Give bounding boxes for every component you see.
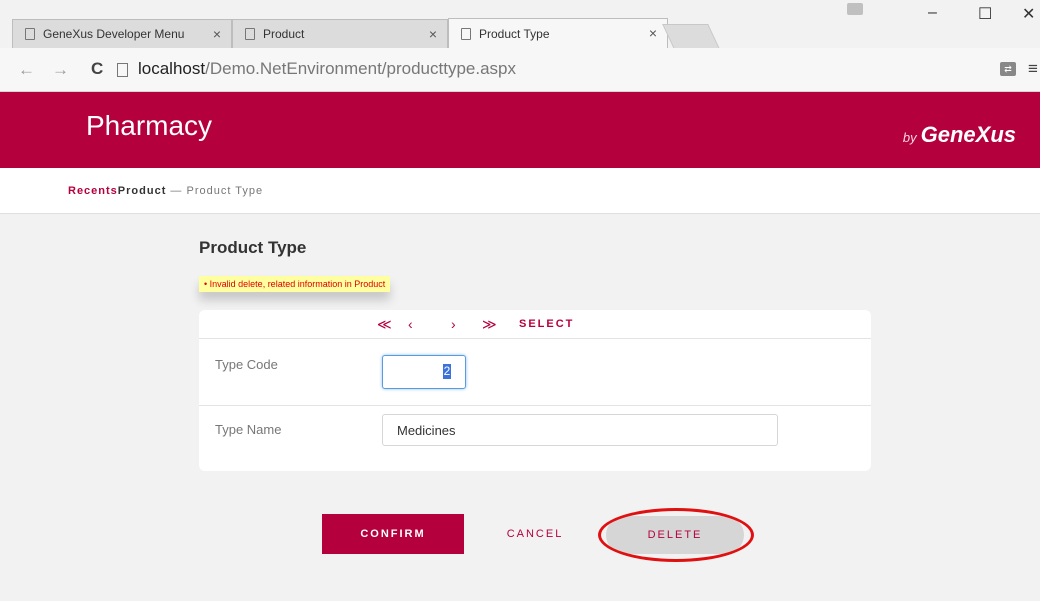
type-name-row: Type Name [199,406,871,472]
address-bar: ← → C localhost/Demo.NetEnvironment/prod… [0,48,1040,92]
record-navigation: ≪ ‹ › ≫ SELECT [199,310,871,339]
new-tab-button[interactable] [662,24,720,49]
page-icon [461,27,471,40]
breadcrumb-recents[interactable]: Recents [68,185,118,197]
type-name-label: Type Name [215,422,282,437]
select-button[interactable]: SELECT [519,318,574,330]
back-icon[interactable]: ← [18,60,35,80]
breadcrumb-bar: RecentsProduct — Product Type [0,168,1040,214]
type-code-row: Type Code 2 [199,339,871,406]
tab-close-icon[interactable]: × [649,25,657,41]
maximize-icon[interactable]: ☐ [978,4,992,24]
delete-button[interactable]: DELETE [606,516,744,554]
browser-tab-strip: GeneXus Developer Menu × Product × Produ… [0,0,1040,49]
cancel-button[interactable]: CANCEL [490,514,580,554]
page-icon [245,28,255,40]
tab-close-icon[interactable]: × [213,26,221,42]
tab-close-icon[interactable]: × [429,26,437,42]
page-info-icon[interactable] [117,63,128,77]
form-card: ≪ ‹ › ≫ SELECT Type Code 2 Type Name [199,310,871,471]
error-message: • Invalid delete, related information in… [199,276,391,292]
breadcrumb-separator: — [166,185,187,197]
forward-icon[interactable]: → [52,60,69,80]
previous-record-icon[interactable]: ‹ [408,316,413,332]
breadcrumb: RecentsProduct — Product Type [68,185,263,197]
app-title: Pharmacy [86,110,213,141]
tab-genexus-developer-menu[interactable]: GeneXus Developer Menu × [12,19,232,48]
type-code-label: Type Code [215,357,278,372]
browser-menu-icon[interactable]: ≡ [1028,59,1038,79]
translate-icon[interactable]: ⇄ [1000,62,1016,76]
page-title: Product Type [199,238,307,257]
url-host: localhost [138,59,206,78]
next-record-icon[interactable]: › [451,316,456,332]
url-field[interactable]: localhost/Demo.NetEnvironment/producttyp… [138,59,516,79]
last-record-icon[interactable]: ≫ [482,316,497,333]
type-name-input[interactable] [382,414,778,446]
tab-label: Product Type [479,26,550,41]
tab-label: Product [263,27,305,41]
app-header: Pharmacy by GeneXus [0,92,1040,168]
breadcrumb-current: Product Type [186,185,264,197]
page-icon [25,28,35,40]
reload-icon[interactable]: C [91,59,103,79]
logo-by: by [902,130,917,145]
logo-brand: GeneXus [920,122,1016,147]
url-path: /Demo.NetEnvironment/producttype.aspx [205,59,516,78]
tab-label: GeneXus Developer Menu [43,27,185,41]
type-code-value: 2 [443,364,451,379]
tab-product[interactable]: Product × [232,19,448,48]
type-code-input[interactable] [382,355,466,389]
breadcrumb-product[interactable]: Product [118,185,167,197]
minimize-icon[interactable]: – [928,4,937,22]
first-record-icon[interactable]: ≪ [377,316,392,333]
profile-icon[interactable] [847,3,863,15]
window-close-icon[interactable]: ✕ [1022,4,1035,24]
genexus-logo: by GeneXus [903,122,1016,148]
confirm-button[interactable]: CONFIRM [322,514,464,554]
tab-product-type[interactable]: Product Type × [448,18,668,48]
